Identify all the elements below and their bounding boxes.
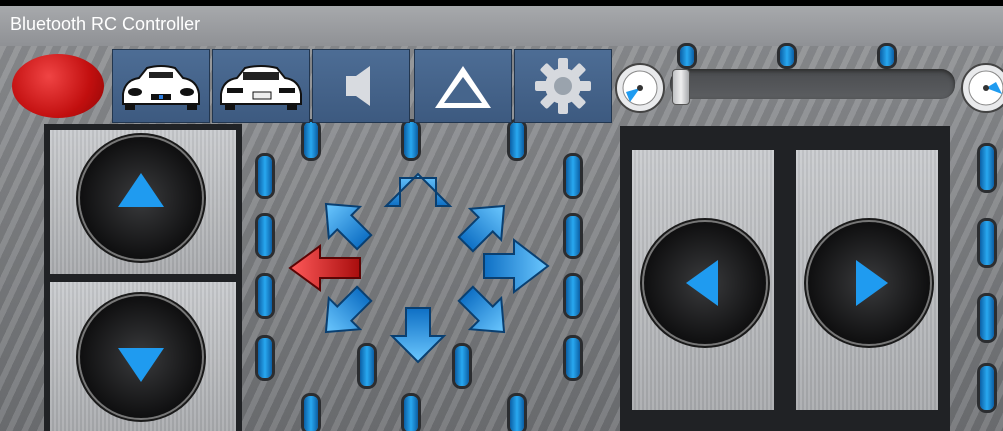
arrow-up-button[interactable] bbox=[383, 172, 453, 207]
settings-button[interactable] bbox=[514, 49, 612, 123]
turn-right-button[interactable] bbox=[808, 222, 930, 344]
speaker-icon bbox=[346, 66, 370, 106]
decor-slot bbox=[510, 396, 524, 431]
arrow-right-button[interactable] bbox=[483, 237, 550, 295]
arrow-up-icon bbox=[118, 173, 164, 207]
decor-slot bbox=[880, 46, 894, 66]
arrow-down-button[interactable] bbox=[389, 307, 447, 364]
arrow-down-icon bbox=[118, 348, 164, 382]
backward-button[interactable] bbox=[80, 296, 202, 418]
back-lights-button[interactable] bbox=[212, 49, 310, 123]
gear-icon bbox=[535, 58, 591, 114]
directional-pad bbox=[268, 150, 608, 370]
hazard-button[interactable] bbox=[414, 49, 512, 123]
arrow-right-icon bbox=[856, 260, 888, 306]
decor-slot bbox=[304, 396, 318, 431]
decor-slot bbox=[780, 46, 794, 66]
decor-slot bbox=[404, 396, 418, 431]
front-lights-button[interactable] bbox=[112, 49, 210, 123]
car-back-icon bbox=[220, 65, 302, 110]
decor-slot bbox=[980, 221, 994, 265]
car-front-icon bbox=[122, 65, 200, 110]
arrow-down-right-button[interactable] bbox=[450, 278, 519, 347]
app-title: Bluetooth RC Controller bbox=[10, 14, 201, 34]
horn-button[interactable] bbox=[312, 49, 410, 123]
warning-triangle-icon bbox=[435, 66, 491, 108]
speed-max-gauge-icon bbox=[960, 62, 1003, 114]
decor-slot bbox=[980, 296, 994, 340]
decor-slot bbox=[980, 366, 994, 410]
decor-slot bbox=[980, 146, 994, 190]
arrow-up-right-button[interactable] bbox=[450, 190, 519, 259]
connect-indicator[interactable] bbox=[12, 54, 104, 118]
forward-button[interactable] bbox=[80, 137, 202, 259]
speed-slider-track[interactable] bbox=[670, 69, 955, 99]
decor-slot bbox=[680, 46, 694, 66]
arrow-left-icon bbox=[686, 260, 718, 306]
speed-min-gauge-icon bbox=[614, 62, 666, 114]
direction-arrows bbox=[288, 172, 550, 364]
app-window: Bluetooth RC Controller bbox=[0, 0, 1003, 431]
speed-slider-thumb[interactable] bbox=[672, 69, 690, 105]
title-bar: Bluetooth RC Controller bbox=[0, 0, 1003, 46]
arrow-left-button[interactable] bbox=[288, 244, 361, 292]
turn-left-button[interactable] bbox=[644, 222, 766, 344]
